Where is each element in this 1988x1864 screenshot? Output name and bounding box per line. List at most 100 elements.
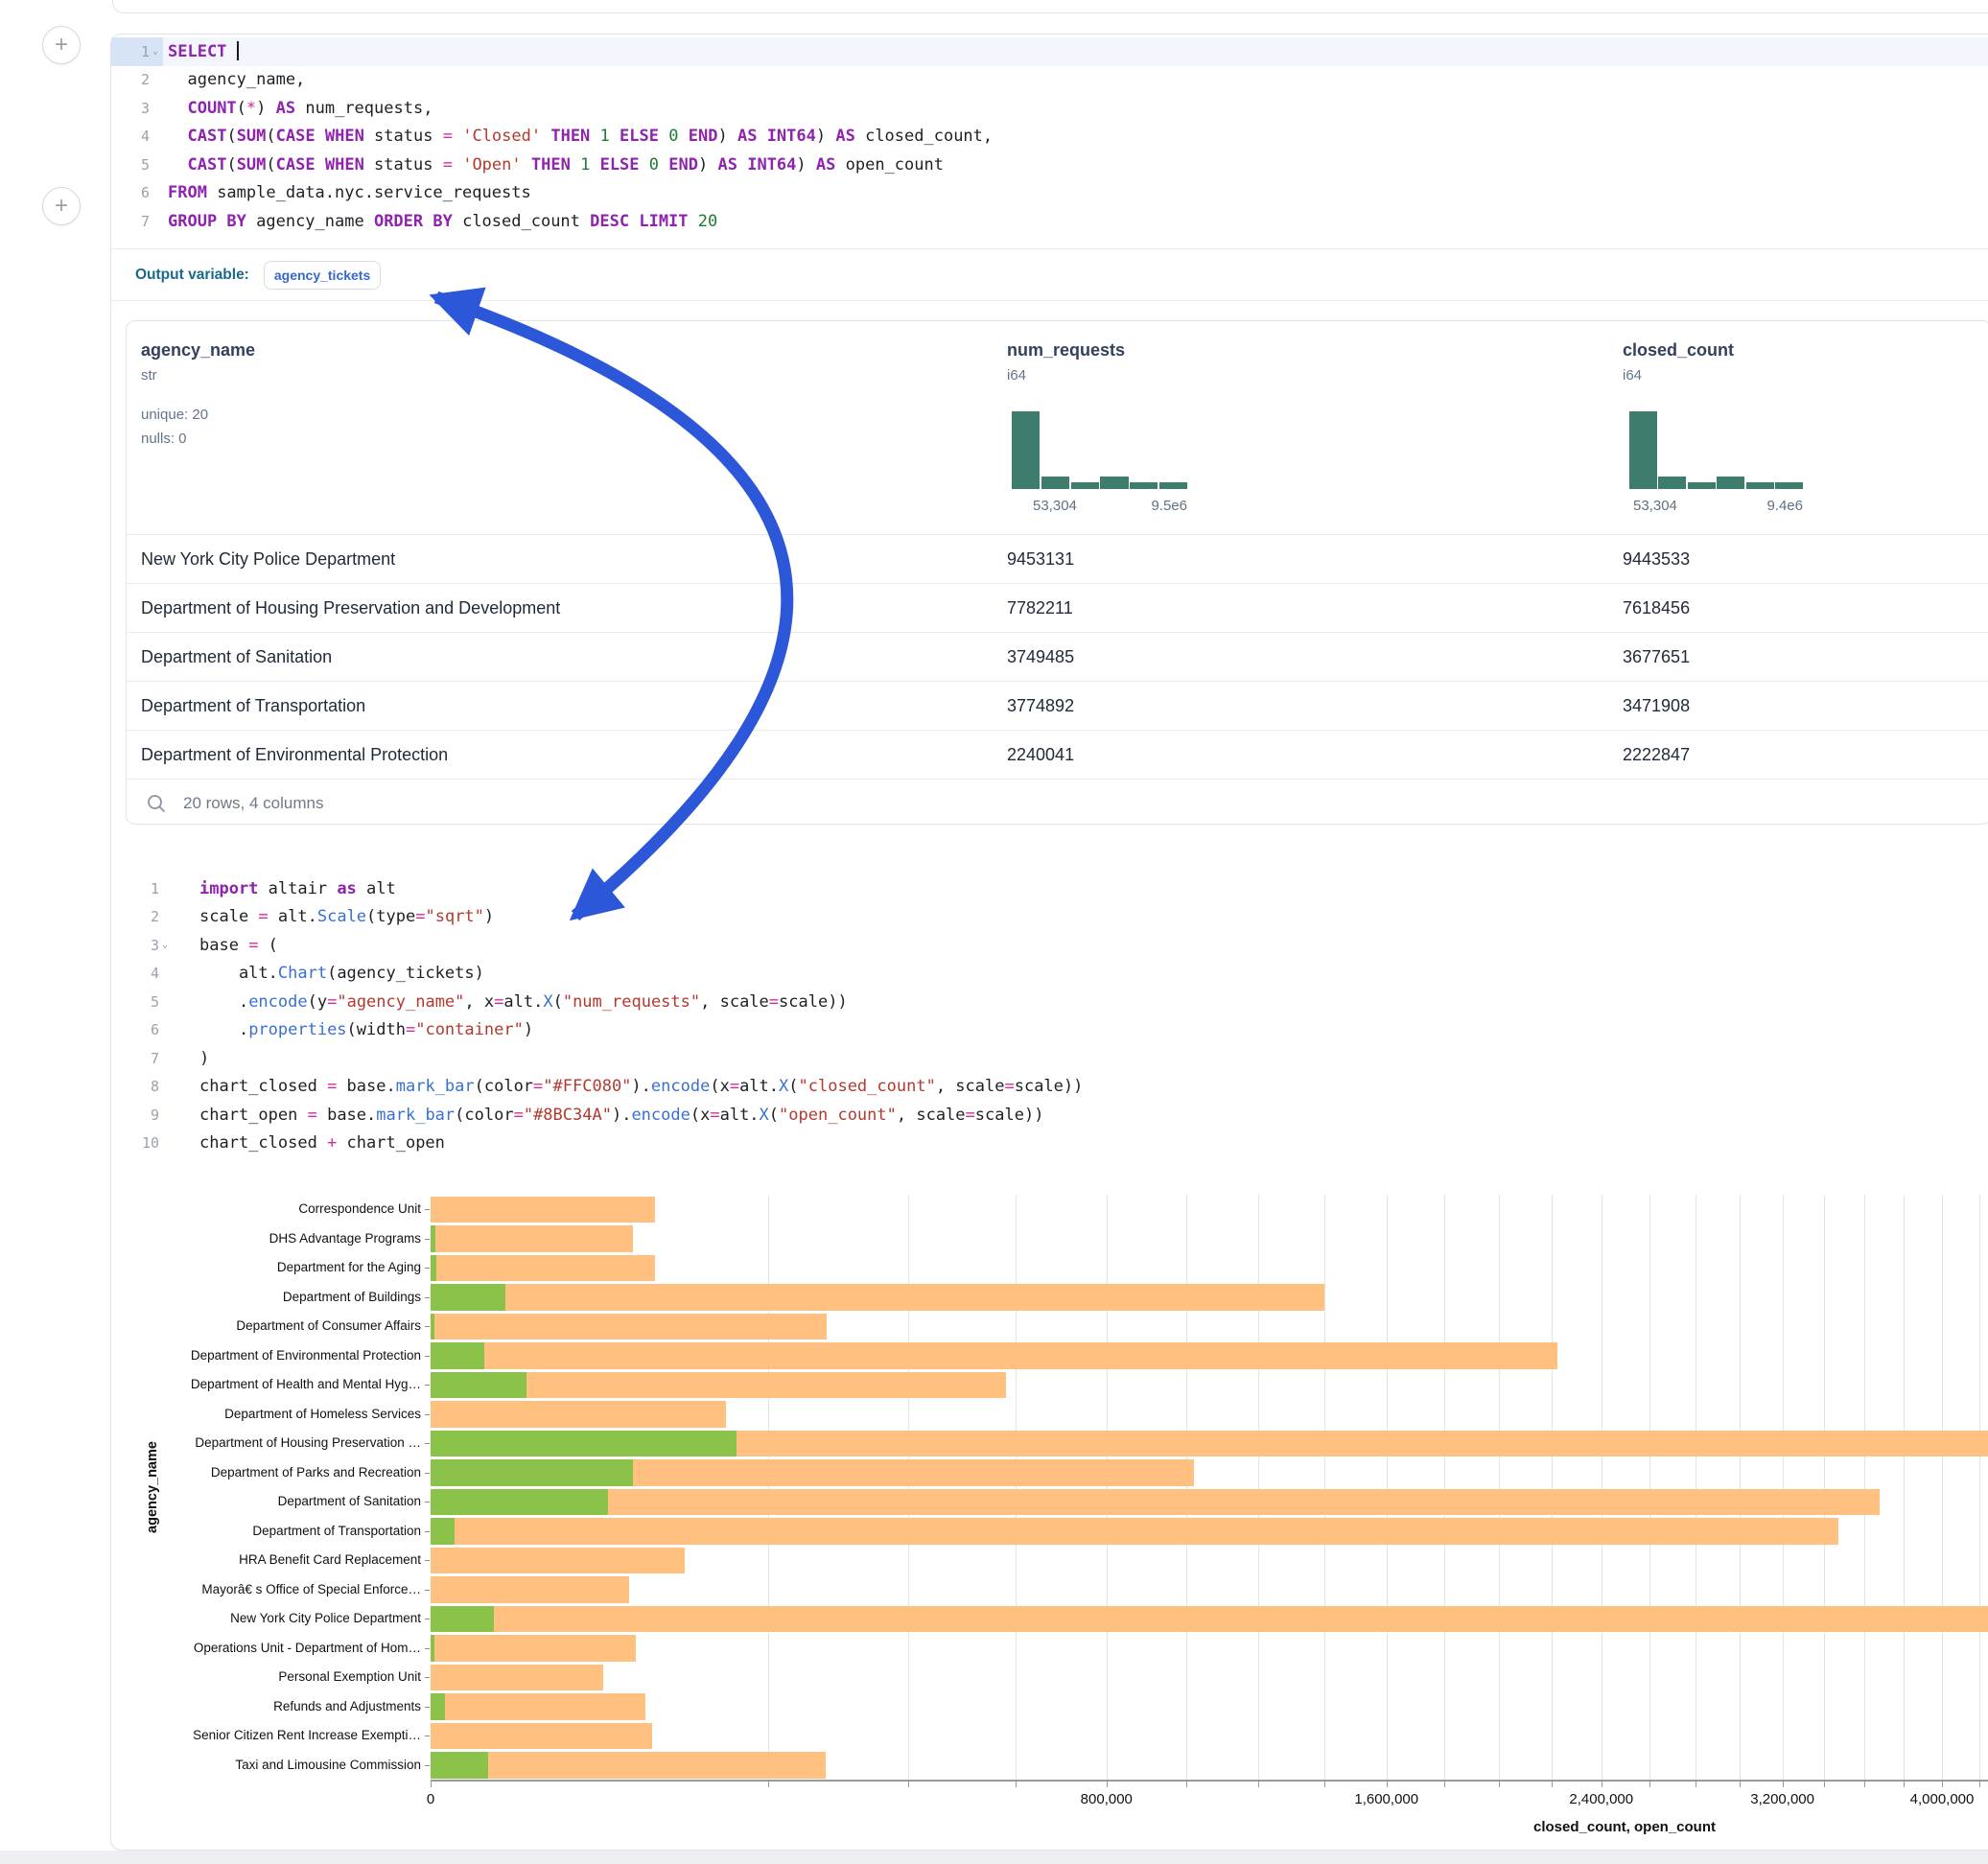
y-axis-label: New York City Police Department <box>111 1611 421 1625</box>
code-line[interactable]: 4 alt.Chart(agency_tickets) <box>111 960 1988 989</box>
table-row[interactable]: Department of Housing Preservation and D… <box>127 583 1988 632</box>
y-axis-tick <box>425 1648 430 1649</box>
code-line[interactable]: 3 COUNT(*) AS num_requests, <box>111 94 1988 123</box>
chart-gridline <box>1324 1195 1325 1780</box>
y-axis-label: DHS Advantage Programs <box>111 1231 421 1246</box>
notebook-cell-card: 1⌄SELECT 2 agency_name,3 COUNT(*) AS num… <box>110 34 1988 1851</box>
collapse-chevron-icon[interactable]: ⌄ <box>159 940 171 950</box>
add-cell-button-top[interactable]: + <box>42 26 81 64</box>
closed_count-bar <box>431 1635 636 1662</box>
code-line[interactable]: 2 agency_name, <box>111 66 1988 95</box>
python-code-editor[interactable]: 1import altair as alt2scale = alt.Scale(… <box>111 874 1988 1157</box>
y-axis-tick <box>425 1239 430 1240</box>
sql-code-editor[interactable]: 1⌄SELECT 2 agency_name,3 COUNT(*) AS num… <box>111 37 1988 236</box>
y-axis-label: Department of Environmental Protection <box>111 1348 421 1363</box>
line-number: 1⌄ <box>111 37 163 66</box>
collapse-chevron-icon[interactable]: ⌄ <box>150 46 161 57</box>
closed_count-bar <box>431 1401 726 1428</box>
table-row[interactable]: Department of Transportation377489234719… <box>127 681 1988 730</box>
histogram-bar <box>1100 477 1128 489</box>
closed_count-bar <box>431 1518 1838 1545</box>
code-line[interactable]: 1import altair as alt <box>111 874 1988 903</box>
x-axis-tick <box>1979 1782 1980 1787</box>
table-cell: 2222847 <box>1623 731 1690 779</box>
table-row[interactable]: New York City Police Department945313194… <box>127 534 1988 583</box>
previous-cell-fragment <box>112 0 1988 13</box>
table-row[interactable]: Department of Sanitation37494853677651 <box>127 632 1988 681</box>
closed_count-bar <box>431 1314 827 1340</box>
plus-icon: + <box>55 32 68 58</box>
x-axis-tick-label: 800,000 <box>1040 1791 1174 1807</box>
chart-gridline <box>1107 1195 1108 1780</box>
text-cursor <box>237 41 239 60</box>
open_count-bar <box>431 1342 484 1369</box>
chart-gridline <box>1904 1195 1905 1780</box>
line-number: 2 <box>111 66 163 95</box>
y-axis-label: Senior Citizen Rent Increase Exempti… <box>111 1728 421 1742</box>
code-text: SELECT <box>163 41 239 61</box>
open_count-bar <box>431 1752 488 1779</box>
code-line[interactable]: 8chart_closed = base.mark_bar(color="#FF… <box>111 1073 1988 1102</box>
y-axis-tick <box>425 1268 430 1269</box>
y-axis-tick <box>425 1209 430 1210</box>
histogram-bar <box>1688 482 1716 489</box>
code-line[interactable]: 5 .encode(y="agency_name", x=alt.X("num_… <box>111 988 1988 1016</box>
histogram-bar <box>1041 477 1069 489</box>
histogram-bar <box>1629 411 1657 489</box>
code-line[interactable]: 2scale = alt.Scale(type="sqrt") <box>111 903 1988 932</box>
x-axis-tick <box>1499 1782 1500 1787</box>
column-header-agency-name[interactable]: agency_name str unique: 20 nulls: 0 <box>141 321 255 447</box>
code-line[interactable]: 6FROM sample_data.nyc.service_requests <box>111 179 1988 208</box>
chart-gridline <box>1016 1195 1017 1780</box>
code-line[interactable]: 1⌄SELECT <box>111 37 1988 66</box>
code-line[interactable]: 6 .properties(width="container") <box>111 1016 1988 1045</box>
code-text: FROM sample_data.nyc.service_requests <box>163 183 531 202</box>
chart-gridline <box>1649 1195 1650 1780</box>
code-line[interactable]: 10chart_closed + chart_open <box>111 1130 1988 1158</box>
code-text: base = ( <box>173 936 278 955</box>
histogram-bar <box>1130 482 1158 489</box>
code-line[interactable]: 9chart_open = base.mark_bar(color="#8BC3… <box>111 1101 1988 1130</box>
code-text: COUNT(*) AS num_requests, <box>163 99 433 118</box>
add-cell-button-middle[interactable]: + <box>42 187 81 225</box>
closed_count-bar <box>431 1197 655 1223</box>
x-axis-tick <box>1107 1782 1108 1787</box>
y-axis-tick <box>425 1297 430 1298</box>
x-axis-tick <box>908 1782 909 1787</box>
open_count-bar <box>431 1459 633 1486</box>
closed_count-bar <box>431 1693 645 1720</box>
code-text: CAST(SUM(CASE WHEN status = 'Closed' THE… <box>163 127 993 146</box>
y-axis-label: HRA Benefit Card Replacement <box>111 1552 421 1567</box>
line-number: 2 <box>111 903 173 932</box>
code-line[interactable]: 5 CAST(SUM(CASE WHEN status = 'Open' THE… <box>111 151 1988 179</box>
code-line[interactable]: 4 CAST(SUM(CASE WHEN status = 'Closed' T… <box>111 123 1988 151</box>
histogram-bar <box>1746 482 1774 489</box>
closed_count-bar <box>431 1284 1324 1311</box>
line-number: 1 <box>111 874 173 903</box>
histogram-bar <box>1658 477 1686 489</box>
y-axis-label: Department of Housing Preservation … <box>111 1435 421 1450</box>
x-axis-tick <box>1186 1782 1187 1787</box>
histogram-bar <box>1775 482 1803 489</box>
code-line[interactable]: 7GROUP BY agency_name ORDER BY closed_co… <box>111 207 1988 236</box>
table-cell: 3749485 <box>1007 633 1074 681</box>
x-axis-tick <box>1864 1782 1865 1787</box>
code-text: chart_closed + chart_open <box>173 1133 445 1153</box>
x-axis-tick <box>1324 1782 1325 1787</box>
table-cell: 3471908 <box>1623 682 1690 730</box>
output-variable-pill[interactable]: agency_tickets <box>264 261 381 290</box>
x-axis-tick <box>1904 1782 1905 1787</box>
code-text: alt.Chart(agency_tickets) <box>173 964 484 983</box>
column-header-num-requests[interactable]: num_requests i64 <box>1007 321 1125 384</box>
y-axis-label: Department of Consumer Affairs <box>111 1318 421 1333</box>
column-header-closed-count[interactable]: closed_count i64 <box>1623 321 1734 384</box>
search-icon[interactable] <box>146 793 167 814</box>
x-axis-title: closed_count, open_count <box>1500 1819 1749 1835</box>
x-axis-tick <box>1444 1782 1445 1787</box>
y-axis-tick <box>425 1356 430 1357</box>
table-row[interactable]: Department of Environmental Protection22… <box>127 730 1988 779</box>
code-line[interactable]: 3⌄base = ( <box>111 931 1988 960</box>
closed_count-bar <box>431 1255 655 1282</box>
y-axis-label: Operations Unit - Department of Hom… <box>111 1641 421 1655</box>
code-line[interactable]: 7) <box>111 1044 1988 1073</box>
